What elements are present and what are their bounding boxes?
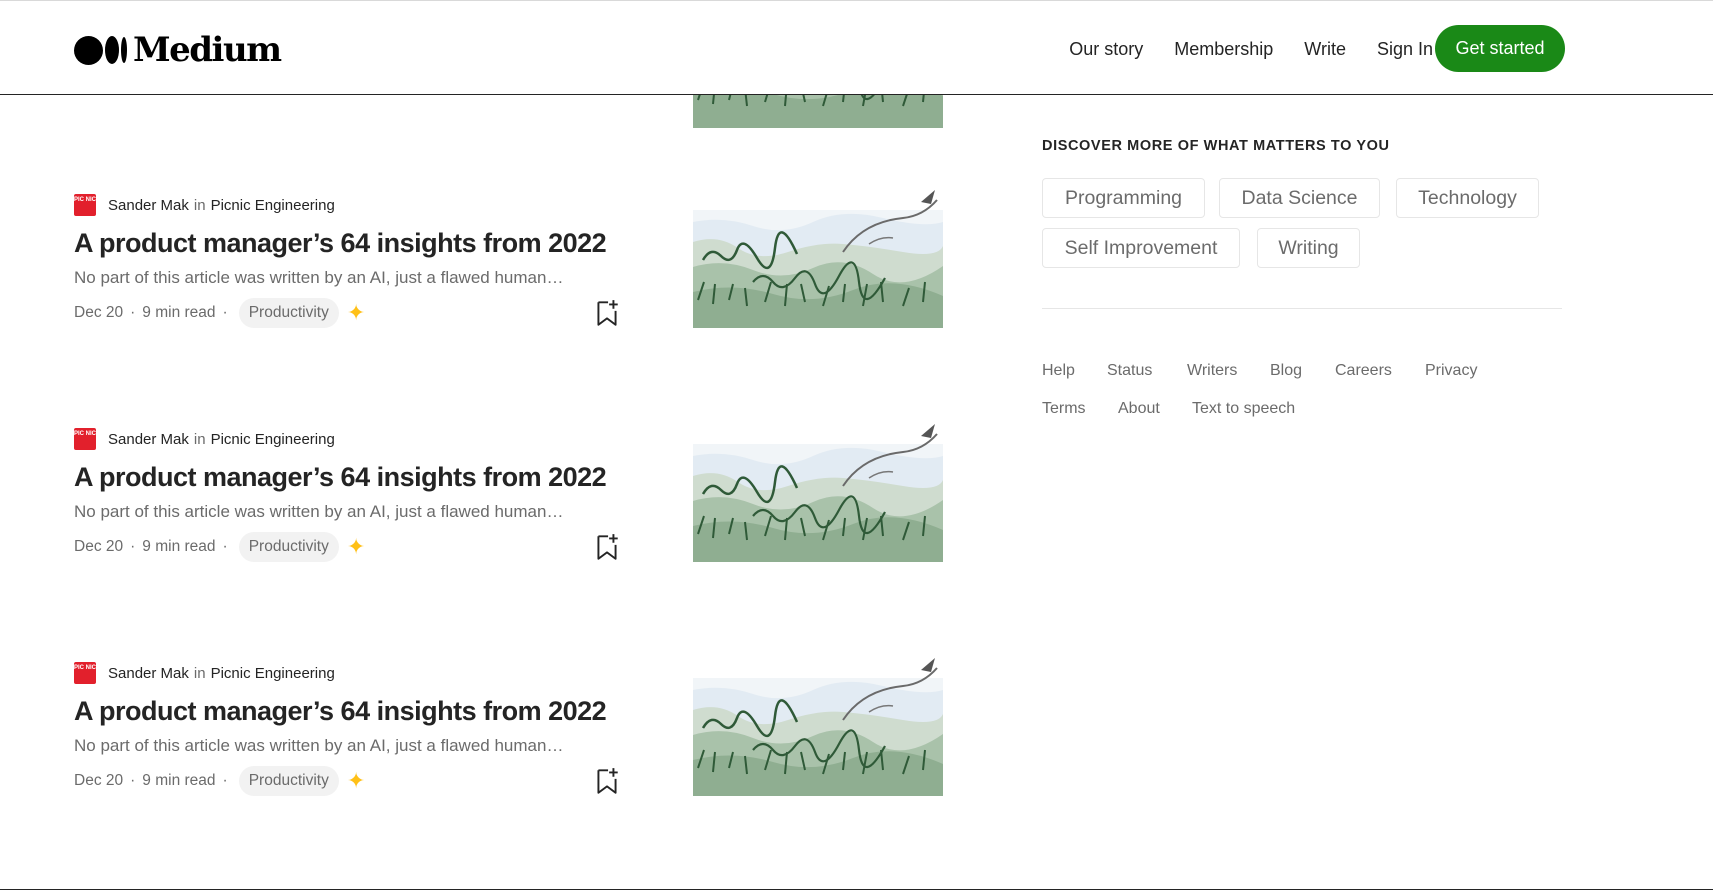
medium-logo-icon xyxy=(74,35,127,65)
article-date: Dec 20 xyxy=(74,538,124,555)
medium-logo[interactable]: Medium xyxy=(74,30,282,70)
article-title[interactable]: A product manager’s 64 insights from 202… xyxy=(74,462,607,493)
article-date: Dec 20 xyxy=(74,772,124,789)
footer-about[interactable]: About xyxy=(1118,400,1160,418)
author-name[interactable]: Sander Mak xyxy=(108,431,189,448)
star-icon: ✦ xyxy=(346,300,366,325)
article-card: PIC NIC Sander Mak in Picnic Engineering… xyxy=(74,194,944,354)
article-meta: Dec 20 · 9 min read · Productivity ✦ xyxy=(74,532,365,562)
publication-name[interactable]: Picnic Engineering xyxy=(211,197,335,214)
footer-careers[interactable]: Careers xyxy=(1335,362,1392,380)
article-byline: PIC NIC Sander Mak in Picnic Engineering xyxy=(74,428,335,450)
nav-membership[interactable]: Membership xyxy=(1174,39,1273,60)
byline-in: in xyxy=(193,664,206,682)
publication-logo-icon[interactable]: PIC NIC xyxy=(74,662,96,684)
header-nav: Our story Membership Write Sign In xyxy=(1069,39,1433,60)
top-navigation-bar: Medium Our story Membership Write Sign I… xyxy=(0,0,1713,95)
nav-write[interactable]: Write xyxy=(1304,39,1346,60)
article-tag[interactable]: Productivity xyxy=(238,298,339,328)
article-title[interactable]: A product manager’s 64 insights from 202… xyxy=(74,228,607,259)
publication-logo-icon[interactable]: PIC NIC xyxy=(74,194,96,216)
bottom-border xyxy=(0,889,1713,890)
article-date: Dec 20 xyxy=(74,304,124,321)
publication-logo-icon[interactable]: PIC NIC xyxy=(74,428,96,450)
article-meta: Dec 20 · 9 min read · Productivity ✦ xyxy=(74,298,365,328)
topic-data-science[interactable]: Data Science xyxy=(1219,178,1380,218)
topic-technology[interactable]: Technology xyxy=(1396,178,1539,218)
article-subtitle[interactable]: No part of this article was written by a… xyxy=(74,268,563,288)
nav-sign-in[interactable]: Sign In xyxy=(1377,39,1433,60)
article-thumbnail[interactable] xyxy=(693,182,943,328)
byline-in: in xyxy=(193,196,206,214)
article-read-time: 9 min read xyxy=(142,772,216,789)
footer-privacy[interactable]: Privacy xyxy=(1425,362,1477,380)
article-byline: PIC NIC Sander Mak in Picnic Engineering xyxy=(74,662,335,684)
sidebar-divider xyxy=(1042,308,1562,309)
footer-terms[interactable]: Terms xyxy=(1042,400,1086,418)
article-tag[interactable]: Productivity xyxy=(238,766,339,796)
footer-blog[interactable]: Blog xyxy=(1270,362,1302,380)
publication-name[interactable]: Picnic Engineering xyxy=(211,665,335,682)
logo-wordmark: Medium xyxy=(133,30,282,70)
footer-help[interactable]: Help xyxy=(1042,362,1075,380)
nav-our-story[interactable]: Our story xyxy=(1069,39,1143,60)
article-thumbnail[interactable] xyxy=(693,416,943,562)
star-icon: ✦ xyxy=(346,534,366,559)
footer-text-to-speech[interactable]: Text to speech xyxy=(1192,400,1295,418)
get-started-button[interactable]: Get started xyxy=(1435,25,1565,72)
bookmark-plus-icon[interactable] xyxy=(594,298,620,328)
article-card: PIC NIC Sander Mak in Picnic Engineering… xyxy=(74,428,944,588)
article-subtitle[interactable]: No part of this article was written by a… xyxy=(74,736,563,756)
author-name[interactable]: Sander Mak xyxy=(108,197,189,214)
article-thumbnail[interactable] xyxy=(693,650,943,796)
author-name[interactable]: Sander Mak xyxy=(108,665,189,682)
article-read-time: 9 min read xyxy=(142,538,216,555)
article-card: PIC NIC Sander Mak in Picnic Engineering… xyxy=(74,662,944,822)
publication-name[interactable]: Picnic Engineering xyxy=(211,431,335,448)
star-icon: ✦ xyxy=(346,768,366,793)
topic-self-improvement[interactable]: Self Improvement xyxy=(1042,228,1240,268)
topic-writing[interactable]: Writing xyxy=(1257,228,1360,268)
discover-heading: DISCOVER MORE OF WHAT MATTERS TO YOU xyxy=(1042,138,1390,154)
topic-programming[interactable]: Programming xyxy=(1042,178,1205,218)
article-byline: PIC NIC Sander Mak in Picnic Engineering xyxy=(74,194,335,216)
article-title[interactable]: A product manager’s 64 insights from 202… xyxy=(74,696,607,727)
article-subtitle[interactable]: No part of this article was written by a… xyxy=(74,502,563,522)
bookmark-plus-icon[interactable] xyxy=(594,532,620,562)
footer-status[interactable]: Status xyxy=(1107,362,1152,380)
article-meta: Dec 20 · 9 min read · Productivity ✦ xyxy=(74,766,365,796)
bookmark-plus-icon[interactable] xyxy=(594,766,620,796)
article-read-time: 9 min read xyxy=(142,304,216,321)
article-tag[interactable]: Productivity xyxy=(238,532,339,562)
footer-writers[interactable]: Writers xyxy=(1187,362,1237,380)
byline-in: in xyxy=(193,430,206,448)
